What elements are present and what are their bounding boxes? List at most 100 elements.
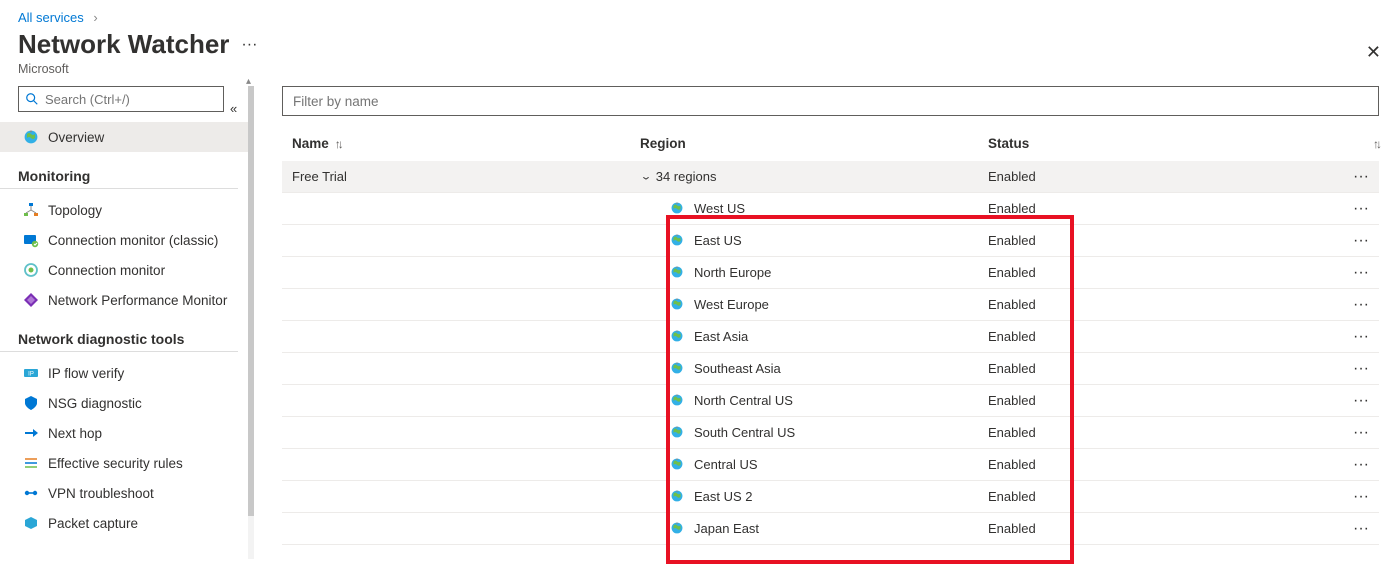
row-region: South Central US xyxy=(694,425,795,440)
main-content: Name ↑↓ Region Status ↑↓ Free Trial ⌄ 34… xyxy=(254,86,1397,559)
table-row[interactable]: West EuropeEnabled··· xyxy=(282,289,1379,321)
sidebar-section-diag: Network diagnostic tools xyxy=(0,321,238,352)
globe-icon xyxy=(670,201,686,217)
row-region: North Europe xyxy=(694,265,771,280)
monitor-icon xyxy=(22,261,40,279)
sidebar-item-label: Connection monitor xyxy=(48,263,165,278)
publisher-label: Microsoft xyxy=(0,62,1397,86)
row-status: Enabled xyxy=(988,201,1329,216)
nexthop-icon xyxy=(22,424,40,442)
table-row[interactable]: East US 2Enabled··· xyxy=(282,481,1379,513)
row-actions-button[interactable]: ··· xyxy=(1329,424,1369,442)
scrollbar-thumb[interactable] xyxy=(248,86,254,516)
globe-icon xyxy=(670,393,686,409)
sort-icon[interactable]: ↑↓ xyxy=(335,137,341,151)
sidebar-item-label: VPN troubleshoot xyxy=(48,486,154,501)
row-status: Enabled xyxy=(988,521,1329,536)
header-name[interactable]: Name xyxy=(292,136,329,151)
ipflow-icon: IP xyxy=(22,364,40,382)
row-actions-button[interactable]: ··· xyxy=(1329,232,1369,250)
table-row[interactable]: Central US Enabled··· xyxy=(282,449,1379,481)
table-row[interactable]: West US Enabled··· xyxy=(282,193,1379,225)
globe-icon xyxy=(670,361,686,377)
row-actions-button[interactable]: ··· xyxy=(1329,392,1369,410)
monitor-classic-icon xyxy=(22,231,40,249)
rules-icon xyxy=(22,454,40,472)
row-actions-button[interactable]: ··· xyxy=(1329,200,1369,218)
sidebar-item-label: NSG diagnostic xyxy=(48,396,142,411)
search-input[interactable] xyxy=(43,91,223,108)
row-actions-button[interactable]: ··· xyxy=(1329,520,1369,538)
row-status: Enabled xyxy=(988,489,1329,504)
row-region: West US xyxy=(694,201,745,216)
sidebar-item-connection-monitor[interactable]: Connection monitor xyxy=(0,255,248,285)
sidebar-item-topology[interactable]: Topology xyxy=(0,195,248,225)
topology-icon xyxy=(22,201,40,219)
collapse-sidebar-button[interactable]: « xyxy=(230,101,237,116)
row-region: Southeast Asia xyxy=(694,361,781,376)
packet-icon xyxy=(22,514,40,532)
globe-icon xyxy=(670,233,686,249)
filter-input-container[interactable] xyxy=(282,86,1379,116)
sidebar-item-connection-monitor-classic[interactable]: Connection monitor (classic) xyxy=(0,225,248,255)
group-name: Free Trial xyxy=(292,169,640,184)
globe-icon xyxy=(670,297,686,313)
breadcrumb: All services › xyxy=(0,0,1397,29)
page-title: Network Watcher xyxy=(18,29,229,60)
row-region: East Asia xyxy=(694,329,748,344)
row-actions-button[interactable]: ··· xyxy=(1329,360,1369,378)
sidebar-item-network-performance-monitor[interactable]: Network Performance Monitor xyxy=(0,285,248,315)
table-row[interactable]: East US Enabled··· xyxy=(282,225,1379,257)
sidebar-item-ip-flow-verify[interactable]: IP IP flow verify xyxy=(0,358,248,388)
chevron-right-icon: › xyxy=(93,10,97,25)
sidebar-scrollbar[interactable]: ▴ xyxy=(248,86,254,559)
table-group-row[interactable]: Free Trial ⌄ 34 regions Enabled ··· xyxy=(282,161,1379,193)
globe-icon xyxy=(670,457,686,473)
sort-icon[interactable]: ↑↓ xyxy=(1373,137,1379,151)
table-row[interactable]: East AsiaEnabled··· xyxy=(282,321,1379,353)
breadcrumb-all-services[interactable]: All services xyxy=(18,10,84,25)
group-region-summary: 34 regions xyxy=(656,169,717,184)
row-actions-button[interactable]: ··· xyxy=(1329,296,1369,314)
sidebar-item-vpn-troubleshoot[interactable]: VPN troubleshoot xyxy=(0,478,248,508)
globe-icon xyxy=(670,265,686,281)
sidebar-item-packet-capture[interactable]: Packet capture xyxy=(0,508,248,538)
sidebar-item-label: Network Performance Monitor xyxy=(48,293,227,308)
svg-text:IP: IP xyxy=(28,372,34,378)
filter-input[interactable] xyxy=(283,87,1378,115)
close-button[interactable]: ✕ xyxy=(1366,42,1381,63)
table-row[interactable]: Japan EastEnabled··· xyxy=(282,513,1379,545)
row-actions-button[interactable]: ··· xyxy=(1329,264,1369,282)
row-region: East US xyxy=(694,233,742,248)
row-actions-button[interactable]: ··· xyxy=(1329,488,1369,506)
header-region[interactable]: Region xyxy=(640,136,686,151)
sidebar-item-label: Topology xyxy=(48,203,102,218)
globe-icon xyxy=(670,425,686,441)
row-status: Enabled xyxy=(988,265,1329,280)
table-row[interactable]: North Europe Enabled··· xyxy=(282,257,1379,289)
sidebar-item-label: Overview xyxy=(48,130,104,145)
table-row[interactable]: Southeast AsiaEnabled··· xyxy=(282,353,1379,385)
table-row[interactable]: North Central USEnabled··· xyxy=(282,385,1379,417)
regions-table: Name ↑↓ Region Status ↑↓ Free Trial ⌄ 34… xyxy=(282,130,1379,545)
sidebar-item-nsg-diagnostic[interactable]: NSG diagnostic xyxy=(0,388,248,418)
sidebar-item-label: IP flow verify xyxy=(48,366,124,381)
search-input-container[interactable] xyxy=(18,86,224,112)
globe-icon xyxy=(670,329,686,345)
search-icon xyxy=(25,92,39,106)
row-actions-button[interactable]: ··· xyxy=(1329,456,1369,474)
title-more-button[interactable]: ··· xyxy=(241,36,257,54)
row-region: North Central US xyxy=(694,393,793,408)
sidebar-item-effective-security-rules[interactable]: Effective security rules xyxy=(0,448,248,478)
sidebar-item-next-hop[interactable]: Next hop xyxy=(0,418,248,448)
nsg-icon xyxy=(22,394,40,412)
row-actions-button[interactable]: ··· xyxy=(1329,328,1369,346)
table-row[interactable]: South Central USEnabled··· xyxy=(282,417,1379,449)
header-status[interactable]: Status xyxy=(988,136,1029,151)
sidebar-item-overview[interactable]: Overview xyxy=(0,122,248,152)
row-status: Enabled xyxy=(988,457,1329,472)
row-status: Enabled xyxy=(988,233,1329,248)
chevron-down-icon[interactable]: ⌄ xyxy=(640,171,652,183)
row-region: Central US xyxy=(694,457,758,472)
row-actions-button[interactable]: ··· xyxy=(1329,168,1369,186)
